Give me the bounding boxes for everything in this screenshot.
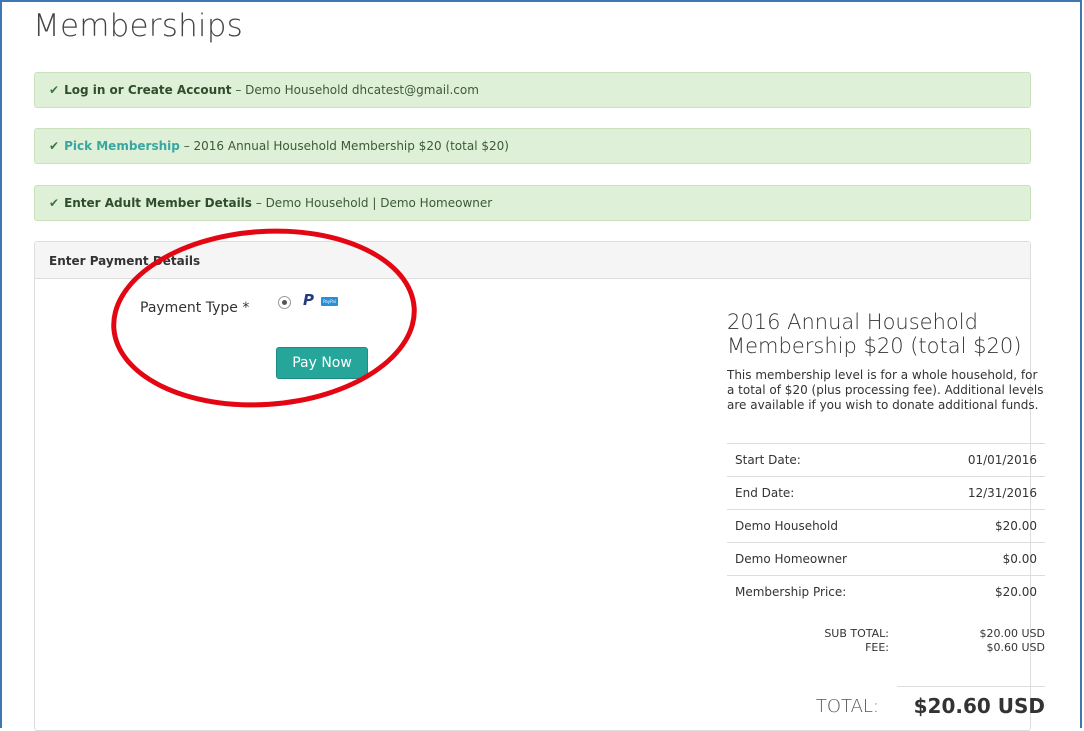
subtotal-line: SUB TOTAL: $20.00 USD (727, 627, 1045, 641)
row-label: End Date: (727, 476, 918, 510)
pay-now-button[interactable]: Pay Now (276, 347, 368, 379)
row-value: $0.00 (917, 542, 1045, 576)
row-value: $20.00 (917, 575, 1045, 608)
step-detail: – Demo Household | Demo Homeowner (251, 196, 493, 210)
step-title-link[interactable]: Pick Membership (64, 139, 180, 153)
fee-label: FEE: (865, 641, 889, 654)
row-label: Membership Price: (727, 575, 918, 608)
paypal-icon[interactable]: P (303, 291, 314, 309)
step-detail: – Demo Household dhcatest@gmail.com (231, 83, 479, 97)
table-row: End Date: 12/31/2016 (727, 476, 1045, 510)
row-label: Start Date: (727, 443, 918, 477)
subtotal-label: SUB TOTAL: (824, 627, 889, 640)
table-row: Demo Homeowner $0.00 (727, 542, 1045, 576)
payment-panel-heading: Enter Payment Details (35, 242, 1030, 279)
total-line: TOTAL: $20.60 USD (727, 694, 1045, 722)
subtotal-value: $20.00 USD (979, 627, 1046, 640)
step-login-complete[interactable]: ✔ Log in or Create Account – Demo Househo… (34, 72, 1031, 108)
check-icon: ✔ (49, 83, 60, 97)
table-row: Demo Household $20.00 (727, 509, 1045, 543)
page-title: Memberships (33, 8, 243, 44)
check-icon: ✔ (49, 139, 60, 153)
payment-type-radio-paypal[interactable] (278, 296, 291, 309)
step-pick-membership-complete[interactable]: ✔ Pick Membership – 2016 Annual Household… (34, 128, 1031, 164)
row-value: $20.00 (917, 509, 1045, 543)
table-row: Start Date: 01/01/2016 (727, 443, 1045, 477)
membership-title: 2016 Annual Household Membership $20 (to… (727, 310, 1022, 358)
row-label: Demo Homeowner (727, 542, 918, 576)
membership-details-table: Start Date: 01/01/2016 End Date: 12/31/2… (727, 443, 1045, 608)
membership-summary: 2016 Annual Household Membership $20 (to… (727, 310, 1045, 423)
total-label: TOTAL: (815, 696, 879, 717)
check-icon: ✔ (49, 196, 60, 210)
step-detail: – 2016 Annual Household Membership $20 (… (179, 139, 509, 153)
step-title: Enter Adult Member Details (64, 196, 252, 210)
row-label: Demo Household (727, 509, 918, 543)
fee-value: $0.60 USD (986, 641, 1046, 654)
step-member-details-complete[interactable]: ✔ Enter Adult Member Details – Demo House… (34, 185, 1031, 221)
subtotals-block: SUB TOTAL: $20.00 USD FEE: $0.60 USD (727, 627, 1045, 655)
fee-line: FEE: $0.60 USD (727, 641, 1045, 655)
total-divider (897, 686, 1045, 687)
total-value: $20.60 USD (913, 694, 1045, 718)
paypal-badge[interactable]: PayPal (321, 297, 338, 306)
row-value: 12/31/2016 (917, 476, 1045, 510)
row-value: 01/01/2016 (917, 443, 1045, 477)
step-title: Log in or Create Account (64, 83, 232, 97)
payment-type-label: Payment Type * (140, 300, 250, 316)
membership-description: This membership level is for a whole hou… (727, 368, 1044, 412)
table-row: Membership Price: $20.00 (727, 575, 1045, 608)
